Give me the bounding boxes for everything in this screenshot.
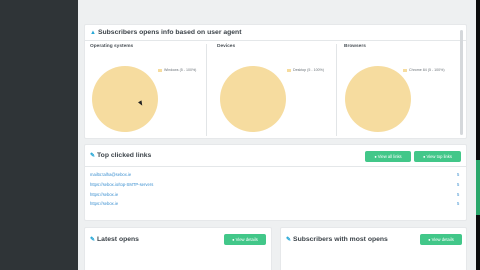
most-opens-title: ✎ Subscribers with most opens [286, 236, 388, 243]
page-scrollbar-track[interactable] [476, 0, 480, 270]
browsers-pie-chart[interactable] [345, 66, 411, 132]
column-divider [336, 44, 337, 136]
os-legend: Windows (5 - 100%) [158, 68, 196, 72]
devices-title: Devices [217, 44, 236, 49]
user-agent-panel-title: ▲ Subscribers opens info based on user ag… [90, 29, 242, 36]
link-url[interactable]: https://sebox.ie [90, 201, 118, 206]
page-scrollbar-thumb[interactable] [476, 160, 480, 215]
legend-swatch [158, 68, 162, 72]
most-opens-view-details-button[interactable]: ●View details [420, 234, 462, 245]
eye-icon: ● [374, 154, 377, 159]
left-sidebar-dark [0, 0, 78, 270]
operating-systems-column: Operating systems Windows (5 - 100%) [90, 44, 202, 136]
link-click-count: 5 [457, 182, 460, 187]
link-icon: ✎ [90, 237, 96, 243]
operating-systems-title: Operating systems [90, 44, 134, 49]
chart-icon: ▲ [90, 30, 96, 36]
link-icon: ✎ [90, 153, 96, 159]
browsers-title: Browsers [344, 44, 366, 49]
link-icon: ✎ [286, 237, 292, 243]
latest-opens-view-details-button[interactable]: ●View details [224, 234, 266, 245]
os-pie-chart[interactable] [92, 66, 158, 132]
legend-swatch [403, 68, 407, 72]
latest-opens-title: ✎ Latest opens [90, 236, 139, 243]
column-divider [206, 44, 207, 136]
legend-swatch [287, 68, 291, 72]
browsers-legend: Chrome 84 (5 - 100%) [403, 68, 445, 72]
link-click-count: 5 [457, 172, 460, 177]
devices-column: Devices Desktop (5 - 100%) [217, 44, 335, 136]
eye-icon: ● [428, 237, 431, 242]
panel-divider [85, 166, 466, 167]
view-all-links-button[interactable]: ●View all links [365, 151, 411, 162]
panel-divider [85, 40, 466, 41]
link-url[interactable]: mailto:talha@sebox.ie [90, 172, 131, 177]
link-url[interactable]: https://sebox.io/top-SMTP-servers [90, 182, 153, 187]
link-url[interactable]: https://sebox.ie [90, 192, 118, 197]
top-links-title: ✎ Top clicked links [90, 152, 152, 159]
devices-pie-chart[interactable] [220, 66, 286, 132]
link-click-count: 5 [457, 192, 460, 197]
devices-legend: Desktop (5 - 100%) [287, 68, 324, 72]
link-click-count: 5 [457, 201, 460, 206]
panel-scrollbar[interactable] [460, 30, 463, 135]
view-top-links-button[interactable]: ●View top links [414, 151, 461, 162]
eye-icon: ● [232, 237, 235, 242]
browsers-column: Browsers Chrome 84 (5 - 100%) [344, 44, 462, 136]
